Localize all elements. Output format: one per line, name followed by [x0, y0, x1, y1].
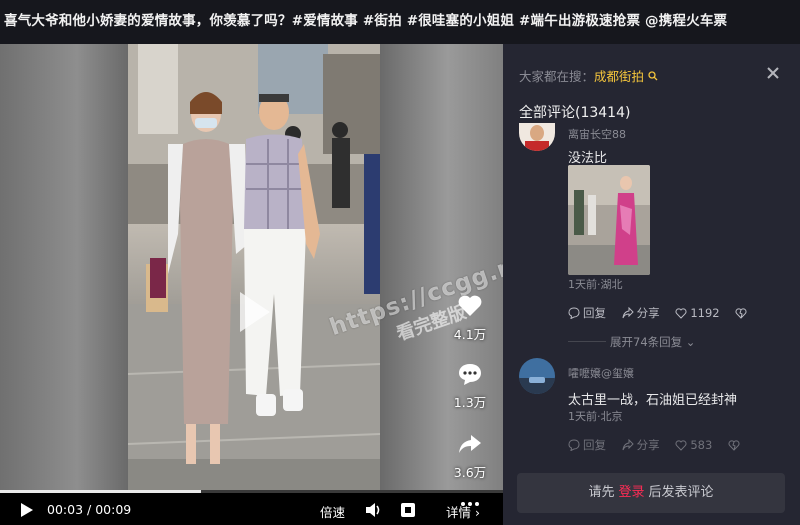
- login-prefix: 请先: [588, 485, 615, 500]
- comment-action[interactable]: 1.3万: [440, 362, 500, 411]
- comment-meta: 1天前·湖北: [568, 278, 623, 291]
- current-time: 00:03: [47, 502, 84, 517]
- duration: 00:09: [95, 502, 132, 517]
- heart-icon: [458, 295, 482, 316]
- broken-heart-icon: [735, 308, 747, 319]
- like-count: 1192: [690, 306, 720, 320]
- time-separator: /: [87, 502, 92, 517]
- comment-actions: 回复 分享 1192: [568, 305, 762, 322]
- progress-fill: [0, 490, 202, 493]
- reply-bubble-icon: [568, 439, 580, 451]
- share-icon: [622, 307, 634, 319]
- detail-button[interactable]: 详情 ›: [446, 502, 480, 521]
- comments-panel: 大家都在搜：成都街拍 全部评论(13414) 离宙长空88 没法比 1天前·湖北…: [503, 44, 800, 525]
- comment-count: 1.3万: [453, 395, 487, 410]
- login-to-comment-bar[interactable]: 请先 登录 后发表评论: [517, 473, 785, 513]
- heart-outline-icon: [675, 308, 687, 319]
- share-arrow-icon: [459, 435, 481, 453]
- street-scene-image: [128, 44, 380, 492]
- comment-image[interactable]: [568, 165, 650, 275]
- time-display: 00:03 / 00:09: [47, 502, 131, 517]
- speed-button[interactable]: 倍速: [320, 502, 345, 521]
- comment-text: 没法比: [568, 151, 608, 166]
- share-button[interactable]: 分享: [622, 305, 660, 321]
- reply-label: 回复: [583, 438, 606, 452]
- login-suffix: 后发表评论: [648, 485, 714, 500]
- dislike-button[interactable]: [728, 439, 743, 451]
- video-frame: [128, 44, 380, 492]
- comment-bubble-icon: [459, 364, 481, 385]
- play-icon[interactable]: [20, 502, 34, 518]
- progress-bar[interactable]: [0, 490, 503, 493]
- share-icon: [622, 439, 634, 451]
- like-action[interactable]: 4.1万: [440, 294, 500, 343]
- dislike-button[interactable]: [735, 307, 750, 319]
- reply-button[interactable]: 回复: [568, 437, 606, 453]
- video-blur-left: [0, 44, 128, 492]
- video-title: 喜气大爷和他小娇妻的爱情故事，你羡慕了吗？#爱情故事 #街拍 #很哇塞的小姐姐 …: [4, 13, 728, 29]
- close-icon[interactable]: [766, 66, 780, 80]
- chevron-down-icon: ⌄: [685, 335, 696, 349]
- share-button[interactable]: 分享: [622, 437, 660, 453]
- like-count: 4.1万: [453, 327, 487, 342]
- comments-heading: 全部评论(13414): [519, 105, 631, 121]
- avatar[interactable]: [519, 123, 555, 151]
- comment-username[interactable]: 嚯嚒嬢@玺嬢: [568, 365, 634, 381]
- search-keyword[interactable]: 成都街拍: [594, 69, 644, 84]
- comment-username[interactable]: 离宙长空88: [568, 126, 626, 142]
- expand-label: 展开74条回复: [610, 335, 683, 349]
- comment-text: 太古里一战，石油姐已经封神: [568, 393, 738, 408]
- reply-divider: [568, 341, 606, 342]
- player-controls: 00:03 / 00:09 倍速 详情 ›: [0, 494, 503, 525]
- heart-outline-icon: [675, 440, 687, 451]
- comment-actions: 回复 分享 583: [568, 437, 755, 454]
- trending-search[interactable]: 大家都在搜：成都街拍: [519, 66, 658, 85]
- reply-bubble-icon: [568, 307, 580, 319]
- play-overlay-icon[interactable]: [238, 290, 272, 334]
- fullscreen-icon[interactable]: [400, 502, 416, 518]
- volume-icon[interactable]: [365, 502, 383, 518]
- reply-label: 回复: [583, 306, 606, 320]
- chevron-right-icon: ›: [475, 505, 480, 520]
- detail-label: 详情: [446, 505, 472, 520]
- share-action[interactable]: 3.6万: [440, 432, 500, 481]
- search-icon: [648, 71, 658, 81]
- video-player[interactable]: https://ccgg.mobi 看完整版 4.1万 1.3万 3.6万: [0, 44, 503, 525]
- comment-meta: 1天前·北京: [568, 410, 623, 423]
- avatar[interactable]: [519, 358, 555, 394]
- like-button[interactable]: 583: [675, 438, 712, 452]
- like-button[interactable]: 1192: [675, 306, 720, 320]
- search-prefix: 大家都在搜：: [519, 69, 595, 84]
- broken-heart-icon: [728, 440, 740, 451]
- reply-button[interactable]: 回复: [568, 305, 606, 321]
- share-label: 分享: [636, 438, 660, 452]
- share-count: 3.6万: [453, 465, 487, 480]
- like-count: 583: [690, 438, 713, 452]
- share-label: 分享: [636, 306, 660, 320]
- expand-replies[interactable]: 展开74条回复 ⌄: [610, 334, 695, 350]
- login-link[interactable]: 登录: [618, 485, 644, 500]
